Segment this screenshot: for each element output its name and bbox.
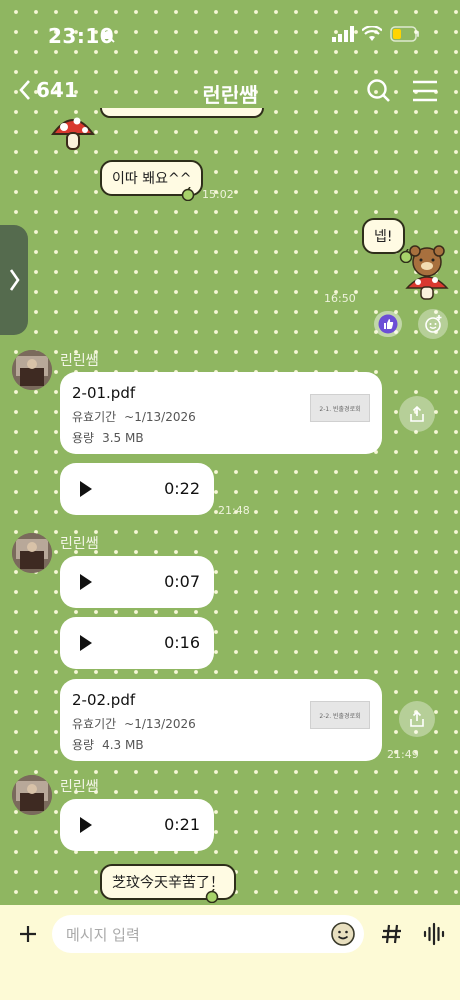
share-icon [410, 710, 424, 727]
voice-message[interactable]: 0:07 [60, 556, 214, 608]
add-emoji-icon [425, 315, 442, 333]
previous-bubble-edge [100, 108, 264, 118]
file-size: 용량 3.5 MB [72, 431, 144, 445]
emoji-button[interactable] [330, 921, 356, 951]
side-drawer-handle[interactable] [0, 225, 28, 335]
message-time: 21:49 [387, 748, 419, 761]
file-size: 용량 4.3 MB [72, 738, 144, 752]
message-text: 이따 봬요^^ [112, 171, 192, 187]
file-card[interactable]: 2-02.pdf 유효기간 ~1/13/2026 용량 4.3 MB 2-2. 빈출… [60, 679, 382, 761]
voice-duration: 0:07 [164, 572, 200, 591]
wifi-icon [362, 26, 382, 41]
sender-name: 린린쌤 [60, 353, 99, 369]
play-icon[interactable] [80, 481, 92, 497]
file-thumbnail: 2-1. 빈출경로회 [310, 394, 370, 422]
message-input-placeholder: 메시지 입력 [66, 926, 140, 944]
attach-button[interactable] [14, 920, 42, 948]
waveform-icon [423, 922, 445, 946]
play-icon[interactable] [80, 574, 92, 590]
voice-duration: 0:22 [164, 479, 200, 498]
play-icon[interactable] [80, 817, 92, 833]
voice-duration: 0:16 [164, 633, 200, 652]
file-card[interactable]: 2-01.pdf 유효기간 ~1/13/2026 용량 3.5 MB 2-1. 빈출… [60, 372, 382, 454]
avatar[interactable] [12, 533, 52, 573]
avatar[interactable] [12, 775, 52, 815]
message-time: 21:48 [218, 504, 250, 517]
message-time: 15:02 [202, 188, 234, 201]
voice-message[interactable]: 0:21 [60, 799, 214, 851]
file-validity: 유효기간 ~1/13/2026 [72, 410, 196, 424]
hashtag-button[interactable] [378, 920, 406, 948]
thumbs-up-icon [378, 314, 398, 334]
hashtag-icon [382, 924, 401, 944]
file-name: 2-01.pdf [72, 384, 136, 402]
voice-input-button[interactable] [420, 920, 448, 948]
menu-button[interactable] [410, 76, 440, 106]
bear-mushroom-sticker [404, 244, 450, 306]
battery-icon [390, 26, 419, 42]
voice-duration: 0:21 [164, 815, 200, 834]
add-reaction-button[interactable] [418, 309, 448, 339]
file-validity: 유효기간 ~1/13/2026 [72, 717, 196, 731]
apple-deco-icon [180, 186, 196, 205]
share-button[interactable] [399, 701, 435, 737]
share-icon [410, 405, 424, 422]
play-icon[interactable] [80, 635, 92, 651]
file-thumbnail: 2-2. 빈출경로회 [310, 701, 370, 729]
signal-icon [332, 26, 354, 42]
message-time: 16:50 [324, 292, 356, 305]
file-name: 2-02.pdf [72, 691, 136, 709]
search-icon [367, 79, 390, 102]
plus-icon [20, 926, 36, 942]
emoji-icon [331, 922, 355, 946]
sender-name: 린린쌤 [60, 779, 99, 795]
sender-name: 린린쌤 [60, 536, 99, 552]
search-button[interactable] [364, 76, 394, 106]
voice-message[interactable]: 0:16 [60, 617, 214, 669]
message-input[interactable]: 메시지 입력 [52, 915, 364, 953]
bell-off-icon [100, 28, 116, 48]
message-text: 넵! [374, 229, 393, 245]
reaction-like[interactable] [374, 311, 402, 337]
status-icons [332, 26, 420, 42]
avatar[interactable] [12, 350, 52, 390]
share-button[interactable] [399, 396, 435, 432]
mushroom-sticker [50, 112, 96, 158]
voice-message[interactable]: 0:22 [60, 463, 214, 515]
menu-icon [413, 80, 437, 102]
chevron-right-icon [9, 269, 20, 291]
